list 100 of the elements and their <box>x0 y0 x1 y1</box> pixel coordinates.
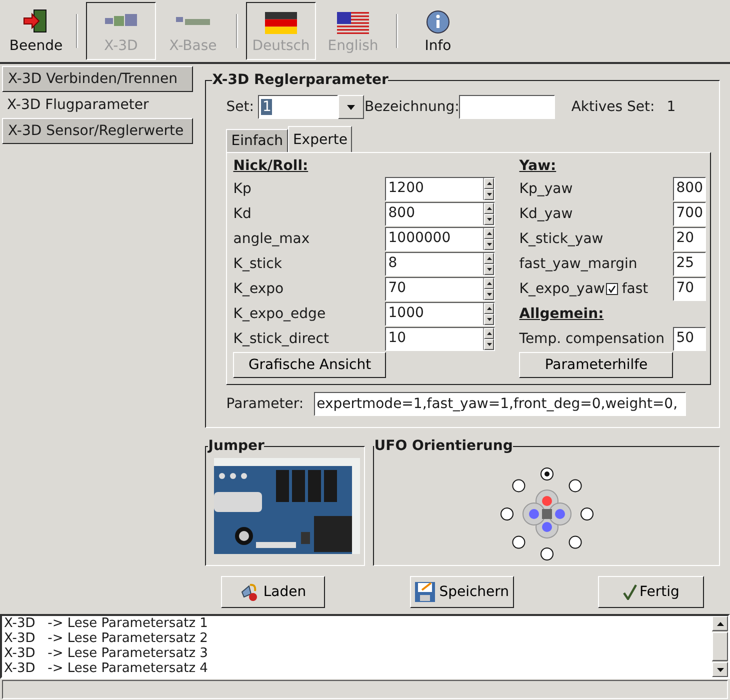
exit-door-icon <box>23 8 49 34</box>
spin-down-button[interactable] <box>484 188 494 200</box>
radio-button[interactable] <box>540 548 554 560</box>
parameter-string-field[interactable]: expertmode=1,fast_yaw=1,front_deg=0,weight=0, <box>314 392 686 416</box>
spin-up-button[interactable] <box>484 202 494 214</box>
value-field[interactable]: 70 <box>673 276 706 300</box>
value-field[interactable]: 20 <box>673 226 706 250</box>
graphic-view-button[interactable]: Grafische Ansicht <box>233 352 386 378</box>
floppy-icon <box>414 581 436 603</box>
radio-button[interactable] <box>568 479 582 492</box>
value-field[interactable]: 50 <box>673 326 706 350</box>
radio-button[interactable] <box>512 536 525 549</box>
checkbox-label: fast <box>622 280 648 296</box>
value-field[interactable]: 700 <box>673 202 706 226</box>
up-arrow-icon[interactable] <box>716 622 724 626</box>
toolbar-button[interactable]: Info <box>406 2 470 60</box>
spin-up-button[interactable] <box>484 228 494 238</box>
log-line: X-3D -> Lese Parametersatz 2 <box>4 631 209 646</box>
toolbar-button[interactable]: Beende <box>4 2 68 60</box>
value-field[interactable]: 25 <box>673 252 706 276</box>
parameter-label: K_expo <box>233 280 284 296</box>
spin-down-button[interactable] <box>484 338 494 350</box>
group-title: UFO Orientierung <box>374 438 513 454</box>
down-arrow-icon <box>486 318 492 320</box>
value-field[interactable]: 800 <box>673 176 706 200</box>
parameter-label: Temp. compensation <box>519 330 664 346</box>
sidebar-item[interactable]: X-3D Sensor/Reglerwerte <box>2 118 194 144</box>
spin-up-button[interactable] <box>484 278 494 288</box>
dropdown-button[interactable] <box>338 95 364 119</box>
action-button[interactable]: Laden <box>221 576 326 608</box>
radio-button[interactable] <box>568 536 582 549</box>
spin-down-button[interactable] <box>484 288 494 300</box>
parameter-label: Kp <box>233 180 252 196</box>
up-arrow-icon <box>486 232 492 234</box>
group-title: Jumper <box>208 438 264 454</box>
parameter-label: angle_max <box>233 230 310 246</box>
down-arrow-icon <box>486 218 492 220</box>
up-arrow-icon <box>486 306 492 310</box>
parameter-label: fast_yaw_margin <box>519 256 638 272</box>
parameter-label: K_stick_direct <box>233 330 329 346</box>
field-label: Set: <box>226 99 255 115</box>
spin-down-button[interactable] <box>484 214 494 224</box>
scrollbar-thumb[interactable] <box>712 632 728 661</box>
down-arrow-icon <box>347 104 356 110</box>
set-combo-field[interactable]: 1 <box>258 95 338 119</box>
section-heading: Allgemein: <box>519 304 604 324</box>
log-line: X-3D -> Lese Parametersatz 1 <box>4 616 209 631</box>
action-button[interactable]: Speichern <box>410 576 514 608</box>
spin-up-button[interactable] <box>484 328 494 338</box>
us-flag-icon <box>337 12 369 34</box>
parameter-label: K_stick_yaw <box>519 230 604 246</box>
parameter-label: K_stick <box>233 256 282 272</box>
up-arrow-icon <box>486 182 492 184</box>
radio-button[interactable] <box>540 468 554 480</box>
radio-button[interactable] <box>580 508 594 520</box>
radio-button[interactable] <box>512 479 525 492</box>
field-label: Aktives Set: <box>571 99 655 115</box>
parameter-help-button[interactable]: Parameterhilfe <box>519 352 674 378</box>
checkmark-icon <box>622 584 637 600</box>
name-field[interactable] <box>459 95 556 119</box>
spin-field[interactable]: 10 <box>385 326 496 350</box>
down-arrow-icon[interactable] <box>716 668 724 672</box>
spin-up-button[interactable] <box>484 302 494 314</box>
tab[interactable]: Einfach <box>226 129 288 152</box>
spin-field[interactable]: 800 <box>385 202 496 226</box>
spin-field[interactable]: 1000 <box>385 302 496 326</box>
up-arrow-icon <box>486 206 492 210</box>
field-label: Parameter: <box>226 396 304 412</box>
log-line: X-3D -> Lese Parametersatz 3 <box>4 646 209 661</box>
sidebar-item[interactable]: X-3D Verbinden/Trennen <box>2 66 194 92</box>
up-arrow-icon <box>486 332 492 334</box>
quadcopter-drawing <box>522 490 572 538</box>
spin-down-button[interactable] <box>484 238 494 250</box>
german-flag-icon <box>265 12 297 34</box>
spin-field[interactable]: 1000000 <box>385 226 496 250</box>
tab[interactable]: Experte <box>288 126 352 152</box>
down-arrow-icon <box>486 268 492 270</box>
active-set-value: 1 <box>666 99 676 115</box>
parameter-label: Kp_yaw <box>519 180 573 196</box>
parameter-label: K_expo_edge <box>233 306 326 322</box>
spin-down-button[interactable] <box>484 314 494 324</box>
logo-icon <box>176 17 210 25</box>
checkbox[interactable] <box>606 282 618 294</box>
up-arrow-icon <box>486 256 492 260</box>
radio-button[interactable] <box>500 508 514 520</box>
section-heading: Yaw: <box>519 157 558 176</box>
spin-up-button[interactable] <box>484 178 494 188</box>
down-arrow-icon <box>486 292 492 296</box>
spin-up-button[interactable] <box>484 252 494 264</box>
spin-field[interactable]: 8 <box>385 252 496 276</box>
field-label: Bezeichnung: <box>364 99 460 115</box>
spin-down-button[interactable] <box>484 264 494 274</box>
parameter-label: K_expo_yaw <box>519 280 605 296</box>
spin-field[interactable]: 1200 <box>385 176 496 200</box>
action-button[interactable]: Fertig <box>598 576 704 608</box>
down-arrow-icon <box>486 192 492 196</box>
down-arrow-icon <box>486 342 492 346</box>
spin-field[interactable]: 70 <box>385 276 496 300</box>
info-icon <box>426 10 450 34</box>
group-title: X-3D Reglerparameter <box>212 72 388 88</box>
